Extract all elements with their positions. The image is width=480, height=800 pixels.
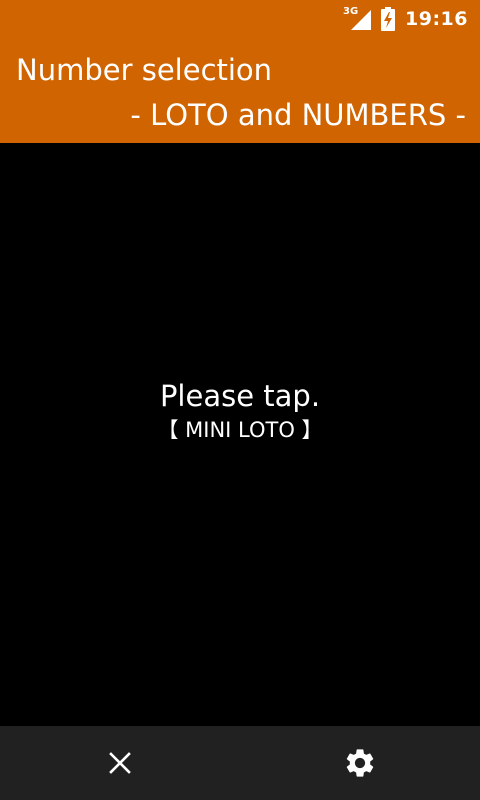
bottom-action-bar bbox=[0, 726, 480, 800]
tap-prompt: Please tap. bbox=[159, 379, 321, 413]
gear-icon bbox=[346, 749, 374, 777]
app-screen: 3G 19:16 Number selection - LOTO and NUM… bbox=[0, 0, 480, 800]
battery-charging-icon bbox=[381, 7, 396, 31]
signal-indicator: 3G bbox=[343, 6, 372, 30]
signal-icon bbox=[351, 10, 372, 30]
status-icons: 3G 19:16 bbox=[343, 6, 468, 32]
page-title: Number selection bbox=[16, 53, 273, 87]
close-button[interactable] bbox=[0, 726, 240, 800]
status-clock: 19:16 bbox=[405, 8, 468, 30]
status-bar: 3G 19:16 bbox=[0, 0, 480, 38]
app-header: 3G 19:16 Number selection - LOTO and NUM… bbox=[0, 0, 480, 143]
settings-button[interactable] bbox=[240, 726, 480, 800]
page-subtitle: - LOTO and NUMBERS - bbox=[130, 98, 466, 132]
close-icon bbox=[109, 752, 131, 774]
game-name-label: 【 MINI LOTO 】 bbox=[157, 418, 323, 442]
tap-area[interactable]: Please tap. 【 MINI LOTO 】 bbox=[0, 376, 480, 444]
